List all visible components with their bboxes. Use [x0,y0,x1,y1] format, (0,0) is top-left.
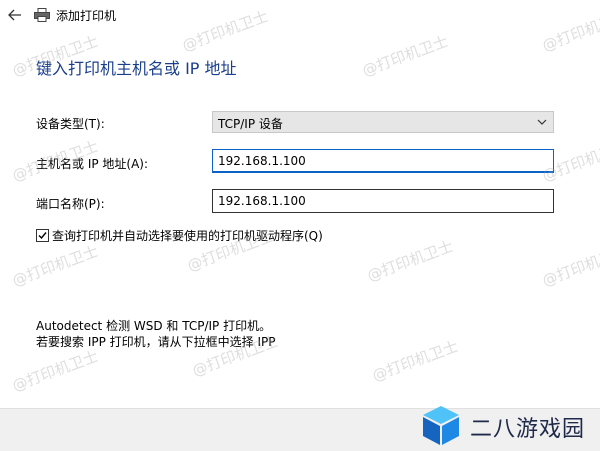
watermark: @打印机卫士 [9,242,101,290]
cube-logo-icon [423,406,459,445]
chevron-down-icon [537,119,547,125]
hostname-input[interactable] [212,149,554,173]
brand-logo-text: 二八游戏园 [470,417,586,442]
device-type-dropdown[interactable]: TCP/IP 设备 [212,111,554,133]
device-type-label: 设备类型(T): [36,117,105,131]
brand-logo: 二八游戏园 [418,402,598,448]
page-heading: 键入打印机主机名或 IP 地址 [36,59,237,78]
watermark: @打印机卫士 [539,242,600,290]
back-arrow-icon [8,9,21,21]
title-bar: 添加打印机 [0,0,600,32]
info-line-1: Autodetect 检测 WSD 和 TCP/IP 打印机。 [36,319,272,333]
watermark: @打印机卫士 [364,237,456,285]
port-name-label: 端口名称(P): [36,197,105,211]
query-printer-checkbox[interactable] [36,229,49,242]
watermark: @打印机卫士 [369,337,461,385]
back-button[interactable] [6,6,24,24]
window-title: 添加打印机 [56,9,117,23]
watermark: @打印机卫士 [359,32,451,80]
hostname-label: 主机名或 IP 地址(A): [36,157,149,171]
checkmark-icon [38,232,47,240]
device-type-value: TCP/IP 设备 [218,117,283,131]
printer-icon [34,8,50,22]
watermark: @打印机卫士 [9,347,101,395]
info-line-2: 若要搜索 IPP 打印机，请从下拉框中选择 IPP [36,335,276,349]
port-name-input[interactable] [212,189,554,213]
query-printer-label[interactable]: 查询打印机并自动选择要使用的打印机驱动程序(Q) [52,227,323,244]
